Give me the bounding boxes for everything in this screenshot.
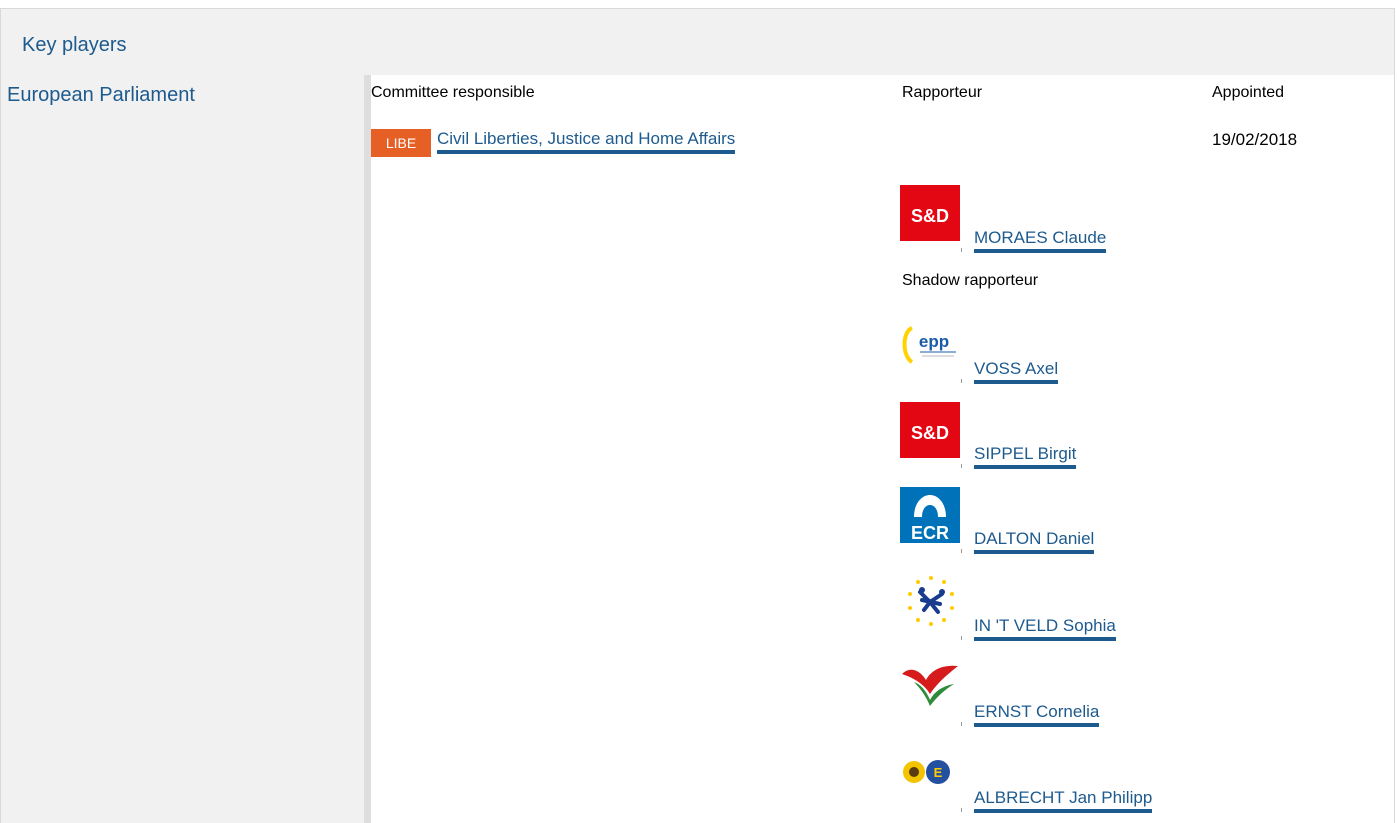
- rapporteur-column-header: Rapporteur: [902, 84, 983, 101]
- logo-tick: [961, 722, 962, 726]
- panel-header: Key players: [1, 9, 1394, 75]
- svg-text:S&D: S&D: [911, 423, 949, 443]
- greens-efa-logo-icon: E: [900, 756, 962, 788]
- shadow-member-link[interactable]: ERNST Cornelia: [974, 702, 1100, 727]
- shadow-member-link[interactable]: ALBRECHT Jan Philipp: [974, 788, 1153, 813]
- committee-column-header: Committee responsible: [371, 84, 535, 101]
- logo-tick: [961, 248, 962, 252]
- committee-link[interactable]: Civil Liberties, Justice and Home Affair…: [437, 129, 736, 154]
- logo-tick: [961, 808, 962, 812]
- shadow-member-link[interactable]: VOSS Axel: [974, 359, 1059, 384]
- sd-logo-icon: S&D: [900, 185, 960, 241]
- svg-text:epp: epp: [919, 332, 949, 351]
- institution-column: European Parliament: [1, 75, 364, 823]
- shadow-member-link[interactable]: SIPPEL Birgit: [974, 444, 1077, 469]
- logo-tick: [961, 549, 962, 553]
- rapporteur-link[interactable]: MORAES Claude: [974, 228, 1107, 253]
- shadow-member-link[interactable]: DALTON Daniel: [974, 529, 1095, 554]
- committee-badge: LIBE: [371, 129, 431, 157]
- logo-tick: [961, 379, 962, 383]
- epp-logo-icon: epp: [900, 320, 962, 370]
- shadow-member-link[interactable]: IN 'T VELD Sophia: [974, 616, 1116, 641]
- institution-name: European Parliament: [7, 84, 195, 106]
- column-divider: [364, 75, 371, 823]
- shadow-rapporteur-label: Shadow rapporteur: [902, 272, 1039, 289]
- ecr-logo-icon: ECR: [900, 487, 960, 543]
- panel-title: Key players: [22, 34, 127, 56]
- gue-ngl-logo-icon: [900, 660, 962, 708]
- logo-tick: [961, 464, 962, 468]
- logo-tick: [961, 636, 962, 640]
- appointed-column-header: Appointed: [1212, 84, 1285, 101]
- appointed-date: 19/02/2018: [1212, 130, 1298, 149]
- alde-logo-icon: [900, 572, 962, 630]
- svg-text:ECR: ECR: [911, 523, 949, 543]
- svg-text:S&D: S&D: [911, 206, 949, 226]
- sd-logo-icon: S&D: [900, 402, 960, 458]
- svg-text:E: E: [934, 765, 943, 780]
